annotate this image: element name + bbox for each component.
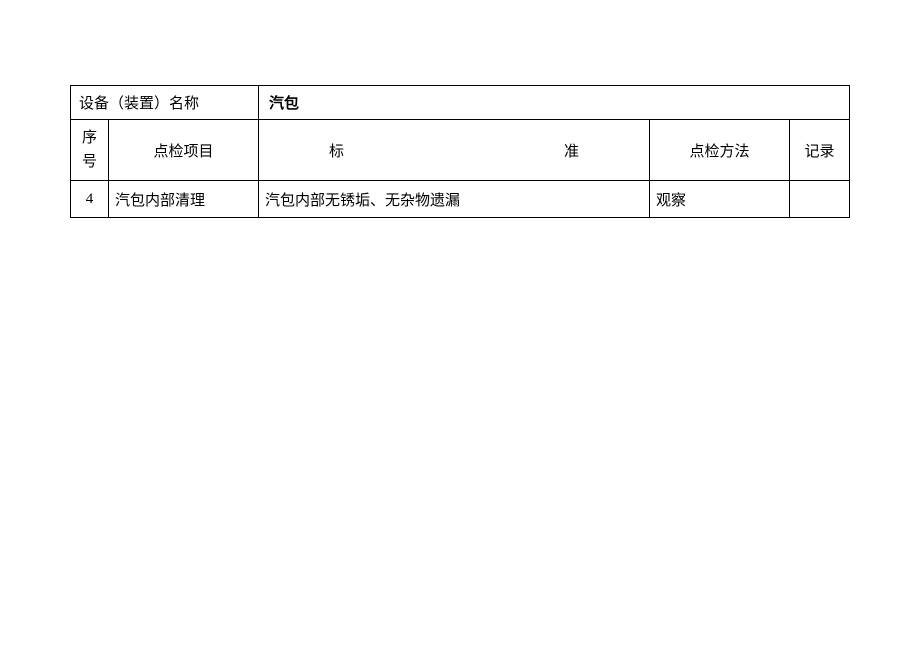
cell-seq: 4 <box>71 181 109 218</box>
inspection-table: 设备（装置）名称 汽包 序号 点检项目 标 准 点检方法 记录 4 汽包内部清理… <box>70 85 850 218</box>
header-record: 记录 <box>790 120 850 181</box>
header-standard: 标 准 <box>259 120 650 181</box>
device-name-cell: 汽包 <box>259 86 850 120</box>
cell-item: 汽包内部清理 <box>109 181 259 218</box>
cell-record <box>790 181 850 218</box>
header-method: 点检方法 <box>650 120 790 181</box>
table-row: 4 汽包内部清理 汽包内部无锈垢、无杂物遗漏 观察 <box>71 181 850 218</box>
device-row: 设备（装置）名称 汽包 <box>71 86 850 120</box>
cell-method: 观察 <box>650 181 790 218</box>
header-row: 序号 点检项目 标 准 点检方法 记录 <box>71 120 850 181</box>
header-item: 点检项目 <box>109 120 259 181</box>
header-seq: 序号 <box>71 120 109 181</box>
device-label-cell: 设备（装置）名称 <box>71 86 259 120</box>
cell-standard: 汽包内部无锈垢、无杂物遗漏 <box>259 181 650 218</box>
